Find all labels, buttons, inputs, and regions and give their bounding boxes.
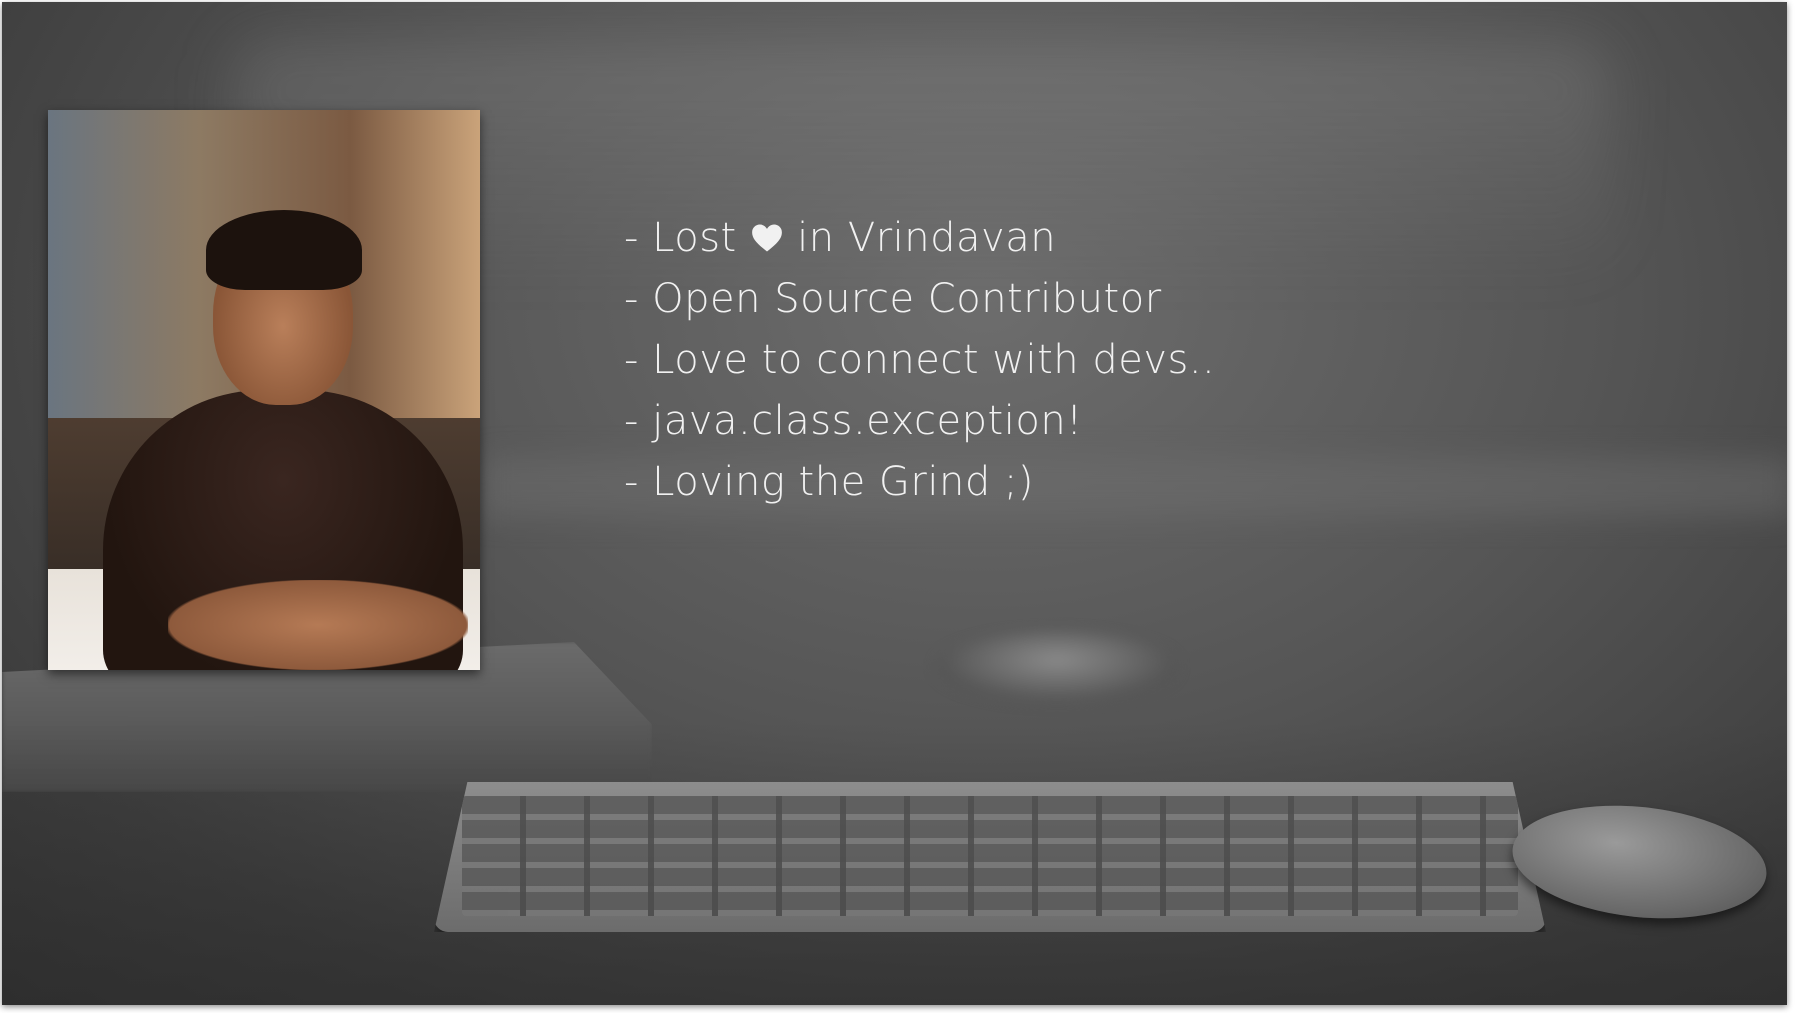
bio-item-connect-devs: - Love to connect with devs.. bbox=[624, 337, 1216, 383]
bio-item-prefix: - Lost bbox=[624, 215, 750, 261]
presentation-slide: - Lost in Vrindavan - Open Source Contri… bbox=[2, 2, 1787, 1005]
bio-item-suffix: in Vrindavan bbox=[783, 215, 1057, 261]
bio-list: - Lost in Vrindavan - Open Source Contri… bbox=[624, 208, 1215, 513]
background-bowl bbox=[937, 632, 1177, 702]
bio-item-lost-in-vrindavan: - Lost in Vrindavan bbox=[624, 208, 1215, 269]
profile-photo bbox=[48, 110, 480, 670]
heart-icon bbox=[752, 224, 782, 252]
keyboard-image bbox=[434, 782, 1546, 932]
bio-item-loving-grind: - Loving the Grind ;) bbox=[624, 459, 1035, 505]
bio-item-java-exception: - java.class.exception! bbox=[624, 398, 1083, 444]
bio-item-open-source: - Open Source Contributor bbox=[624, 276, 1162, 322]
keyboard-keys bbox=[462, 796, 1518, 916]
